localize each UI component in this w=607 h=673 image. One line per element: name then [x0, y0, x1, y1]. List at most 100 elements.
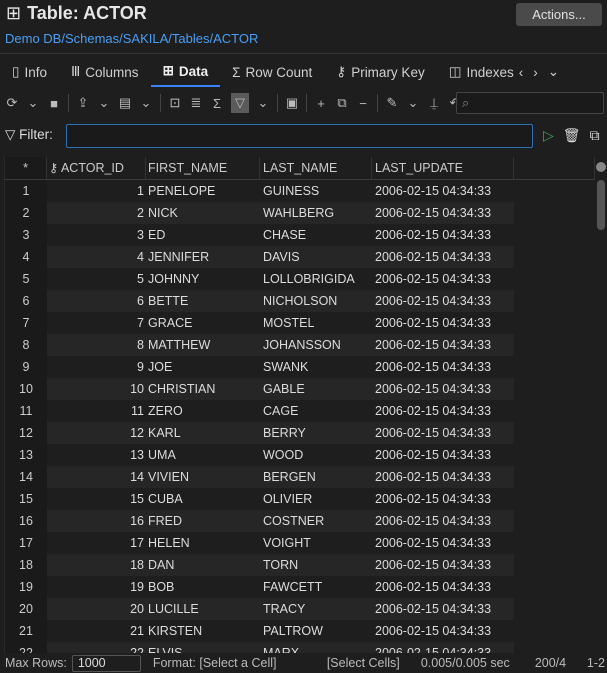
last-update-cell[interactable]: 2006-02-15 04:34:33: [372, 356, 514, 378]
first-name-cell[interactable]: MATTHEW: [146, 334, 260, 356]
last-update-cell[interactable]: 2006-02-15 04:34:33: [372, 422, 514, 444]
first-name-cell[interactable]: BETTE: [146, 290, 260, 312]
first-name-cell[interactable]: KIRSTEN: [146, 620, 260, 642]
sigma-icon[interactable]: Σ: [210, 96, 224, 111]
delete-row-icon[interactable]: −: [356, 96, 370, 111]
table-row[interactable]: 18 18 DAN TORN 2006-02-15 04:34:33: [5, 554, 595, 576]
play-icon[interactable]: ▷: [543, 127, 554, 144]
first-name-cell[interactable]: GRACE: [146, 312, 260, 334]
first-name-cell[interactable]: HELEN: [146, 532, 260, 554]
last-name-cell[interactable]: CHASE: [260, 224, 372, 246]
table-row[interactable]: 8 8 MATTHEW JOHANSSON 2006-02-15 04:34:33: [5, 334, 595, 356]
actor-id-cell[interactable]: 15: [47, 488, 146, 510]
tab-info[interactable]: ▯ Info: [0, 57, 59, 87]
row-number[interactable]: 22: [5, 642, 47, 653]
tab-indexes[interactable]: ◫ Indexes: [437, 57, 516, 87]
chevron-left-icon[interactable]: ‹: [519, 65, 524, 80]
single-record-icon[interactable]: ⊡: [168, 95, 182, 111]
column-header-last-name[interactable]: LAST_NAME: [260, 157, 372, 179]
first-name-cell[interactable]: JOE: [146, 356, 260, 378]
row-number[interactable]: 8: [5, 334, 47, 356]
document-icon[interactable]: ▤: [118, 95, 132, 111]
filter-icon[interactable]: ▽: [231, 93, 249, 113]
first-name-cell[interactable]: BOB: [146, 576, 260, 598]
row-number[interactable]: 4: [5, 246, 47, 268]
row-number[interactable]: 10: [5, 378, 47, 400]
text-view-icon[interactable]: ≣: [189, 95, 203, 111]
row-number[interactable]: 6: [5, 290, 47, 312]
table-row[interactable]: 20 20 LUCILLE TRACY 2006-02-15 04:34:33: [5, 598, 595, 620]
table-row[interactable]: 6 6 BETTE NICHOLSON 2006-02-15 04:34:33: [5, 290, 595, 312]
first-name-cell[interactable]: CUBA: [146, 488, 260, 510]
actor-id-cell[interactable]: 1: [47, 180, 146, 202]
chevron-down-icon[interactable]: ⌄: [97, 95, 111, 111]
chevron-down-icon[interactable]: ⌄: [548, 64, 559, 80]
column-header-last-update[interactable]: LAST_UPDATE: [372, 157, 514, 179]
last-name-cell[interactable]: GABLE: [260, 378, 372, 400]
row-number[interactable]: 18: [5, 554, 47, 576]
actor-id-cell[interactable]: 6: [47, 290, 146, 312]
actor-id-cell[interactable]: 3: [47, 224, 146, 246]
last-update-cell[interactable]: 2006-02-15 04:34:33: [372, 576, 514, 598]
last-name-cell[interactable]: PALTROW: [260, 620, 372, 642]
last-name-cell[interactable]: VOIGHT: [260, 532, 372, 554]
column-header-actor-id[interactable]: ⚷ ACTOR_ID: [47, 157, 146, 179]
last-update-cell[interactable]: 2006-02-15 04:34:33: [372, 202, 514, 224]
tab-data[interactable]: ⊞ Data: [150, 57, 221, 87]
vertical-scrollbar[interactable]: [597, 180, 605, 230]
last-update-cell[interactable]: 2006-02-15 04:34:33: [372, 224, 514, 246]
last-update-cell[interactable]: 2006-02-15 04:34:33: [372, 290, 514, 312]
row-number[interactable]: 21: [5, 620, 47, 642]
last-update-cell[interactable]: 2006-02-15 04:34:33: [372, 312, 514, 334]
actor-id-cell[interactable]: 20: [47, 598, 146, 620]
row-number[interactable]: 5: [5, 268, 47, 290]
copy-icon[interactable]: ⧉: [590, 127, 600, 144]
actor-id-cell[interactable]: 4: [47, 246, 146, 268]
first-name-cell[interactable]: ED: [146, 224, 260, 246]
row-number[interactable]: 16: [5, 510, 47, 532]
first-name-cell[interactable]: KARL: [146, 422, 260, 444]
last-name-cell[interactable]: MOSTEL: [260, 312, 372, 334]
table-row[interactable]: 12 12 KARL BERRY 2006-02-15 04:34:33: [5, 422, 595, 444]
save-icon[interactable]: ▣: [285, 95, 299, 111]
last-name-cell[interactable]: SWANK: [260, 356, 372, 378]
last-update-cell[interactable]: 2006-02-15 04:34:33: [372, 466, 514, 488]
first-name-cell[interactable]: LUCILLE: [146, 598, 260, 620]
chevron-down-icon[interactable]: ⌄: [406, 95, 420, 111]
actor-id-cell[interactable]: 5: [47, 268, 146, 290]
first-name-cell[interactable]: NICK: [146, 202, 260, 224]
first-name-cell[interactable]: PENELOPE: [146, 180, 260, 202]
table-row[interactable]: 2 2 NICK WAHLBERG 2006-02-15 04:34:33: [5, 202, 595, 224]
table-row[interactable]: 11 11 ZERO CAGE 2006-02-15 04:34:33: [5, 400, 595, 422]
stop-icon[interactable]: ■: [47, 96, 61, 111]
table-row[interactable]: 4 4 JENNIFER DAVIS 2006-02-15 04:34:33: [5, 246, 595, 268]
table-row[interactable]: 19 19 BOB FAWCETT 2006-02-15 04:34:33: [5, 576, 595, 598]
trash-icon[interactable]: 🗑: [563, 127, 581, 144]
table-row[interactable]: 9 9 JOE SWANK 2006-02-15 04:34:33: [5, 356, 595, 378]
first-name-cell[interactable]: ELVIS: [146, 642, 260, 653]
last-name-cell[interactable]: TRACY: [260, 598, 372, 620]
table-row[interactable]: 15 15 CUBA OLIVIER 2006-02-15 04:34:33: [5, 488, 595, 510]
actor-id-cell[interactable]: 7: [47, 312, 146, 334]
actor-id-cell[interactable]: 10: [47, 378, 146, 400]
first-name-cell[interactable]: VIVIEN: [146, 466, 260, 488]
row-number[interactable]: 20: [5, 598, 47, 620]
chevron-right-icon[interactable]: ›: [533, 65, 538, 80]
last-name-cell[interactable]: COSTNER: [260, 510, 372, 532]
chevron-down-icon[interactable]: ⌄: [256, 95, 270, 111]
add-row-icon[interactable]: +: [314, 96, 328, 111]
row-number[interactable]: 1: [5, 180, 47, 202]
last-name-cell[interactable]: CAGE: [260, 400, 372, 422]
first-name-cell[interactable]: FRED: [146, 510, 260, 532]
last-update-cell[interactable]: 2006-02-15 04:34:33: [372, 532, 514, 554]
table-row[interactable]: 13 13 UMA WOOD 2006-02-15 04:34:33: [5, 444, 595, 466]
last-name-cell[interactable]: WOOD: [260, 444, 372, 466]
edit-icon[interactable]: ✎: [385, 95, 399, 111]
actor-id-cell[interactable]: 21: [47, 620, 146, 642]
last-name-cell[interactable]: TORN: [260, 554, 372, 576]
last-update-cell[interactable]: 2006-02-15 04:34:33: [372, 268, 514, 290]
actor-id-cell[interactable]: 8: [47, 334, 146, 356]
last-name-cell[interactable]: GUINESS: [260, 180, 372, 202]
last-name-cell[interactable]: FAWCETT: [260, 576, 372, 598]
last-name-cell[interactable]: DAVIS: [260, 246, 372, 268]
